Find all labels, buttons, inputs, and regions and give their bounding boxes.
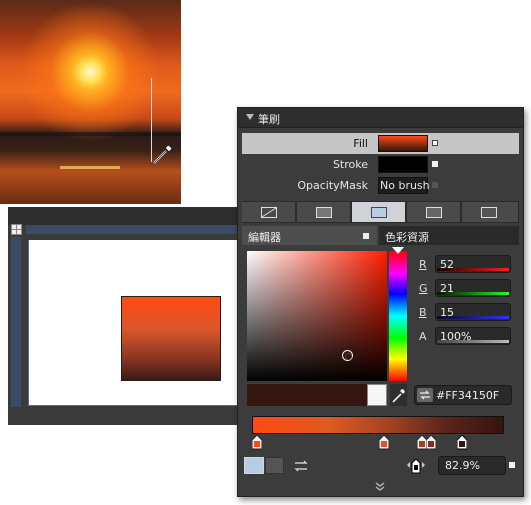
red-channel-label: R <box>419 258 427 271</box>
gradient-icon <box>371 207 387 218</box>
hue-slider-handle[interactable] <box>392 247 404 254</box>
red-channel-input[interactable]: 52 <box>435 255 511 273</box>
current-color-swatch <box>247 384 367 406</box>
brush-resources-tab[interactable] <box>462 202 519 222</box>
solid-color-brush-tab[interactable] <box>297 202 351 222</box>
red-channel: R 52 <box>419 255 515 273</box>
brush-panel: 筆刷 Fill Stroke OpacityMask No brush 編輯器 … <box>237 107 524 497</box>
fill-advanced-marker[interactable] <box>432 140 438 146</box>
fill-swatch[interactable] <box>378 135 428 152</box>
fill-row[interactable]: Fill <box>242 133 519 154</box>
water-glint <box>60 166 120 169</box>
vertical-ruler <box>11 237 21 407</box>
gradient-brush-tab[interactable] <box>352 202 406 222</box>
blue-channel-bar[interactable] <box>437 316 509 319</box>
radial-gradient-button[interactable] <box>265 457 284 474</box>
green-channel: G 21 <box>419 279 515 297</box>
horizontal-ruler <box>26 225 241 234</box>
solid-color-icon <box>316 207 332 218</box>
stroke-row[interactable]: Stroke <box>242 154 519 175</box>
eyedropper-icon[interactable] <box>390 384 407 406</box>
color-picker-handle[interactable] <box>342 350 353 361</box>
opacity-mask-advanced-marker[interactable] <box>432 182 438 188</box>
green-channel-bar[interactable] <box>437 292 509 295</box>
hex-value: #FF34150F <box>436 389 500 402</box>
saturation-value-field[interactable] <box>247 251 387 381</box>
editor-tabs: 編輯器 色彩資源 <box>242 226 519 245</box>
chevron-down-icon[interactable] <box>374 482 386 492</box>
blue-channel-label: B <box>419 306 427 319</box>
brush-resource-icon <box>481 207 497 218</box>
opacity-mask-row[interactable]: OpacityMask No brush <box>242 175 519 196</box>
tab-color-resources[interactable]: 色彩資源 <box>379 226 519 245</box>
brush-panel-header[interactable]: 筆刷 <box>238 108 523 128</box>
gradient-stop[interactable] <box>252 435 262 450</box>
green-channel-label: G <box>419 282 428 295</box>
green-channel-input[interactable]: 21 <box>435 279 511 297</box>
gradient-stop[interactable] <box>379 435 389 450</box>
opacity-mask-label: OpacityMask <box>297 179 368 192</box>
blue-channel: B 15 <box>419 303 515 321</box>
stroke-label: Stroke <box>332 158 368 171</box>
sunset-photo <box>0 0 181 204</box>
gradient-offset-input[interactable]: 82.9% <box>438 456 506 475</box>
swap-icon[interactable] <box>417 388 433 402</box>
offset-advanced-marker[interactable] <box>509 462 515 468</box>
brush-panel-title: 筆刷 <box>258 113 280 126</box>
tab-editor[interactable]: 編輯器 <box>242 226 377 245</box>
brush-type-tabs <box>242 201 519 223</box>
previous-color-swatch[interactable] <box>367 384 387 406</box>
alpha-channel: A 100% <box>419 327 515 345</box>
gradient-stop[interactable] <box>426 435 436 450</box>
gradient-offset-value: 82.9% <box>445 459 480 472</box>
fill-label: Fill <box>353 137 368 150</box>
stroke-swatch[interactable] <box>378 156 428 173</box>
alpha-channel-label: A <box>419 330 427 343</box>
hex-color-input[interactable]: #FF34150F <box>414 385 512 405</box>
alpha-channel-input[interactable]: 100% <box>435 327 511 345</box>
eyedropper-cursor-icon <box>153 144 173 164</box>
no-brush-icon <box>261 207 277 218</box>
gradient-bar[interactable] <box>252 416 504 434</box>
gradient-rectangle[interactable] <box>121 296 221 381</box>
stroke-advanced-marker[interactable] <box>432 161 438 167</box>
tile-brush-icon <box>426 207 442 218</box>
reverse-gradient-icon[interactable] <box>292 458 310 474</box>
tile-brush-tab[interactable] <box>407 202 461 222</box>
alpha-channel-bar[interactable] <box>437 340 509 343</box>
tab-editor-marker <box>363 233 369 239</box>
horizon <box>0 132 181 136</box>
red-channel-bar[interactable] <box>437 268 509 271</box>
design-surface-topbar <box>8 207 241 225</box>
tab-color-resources-label: 色彩資源 <box>385 231 429 244</box>
hue-slider[interactable] <box>389 251 407 381</box>
opacity-mask-swatch[interactable]: No brush <box>378 177 430 194</box>
grid-icon[interactable] <box>11 224 22 235</box>
no-brush-tab[interactable] <box>242 202 296 222</box>
linear-gradient-button[interactable] <box>244 457 264 474</box>
gradient-stop-offset-icon <box>407 458 425 474</box>
gradient-stop-selected[interactable] <box>457 435 467 450</box>
blue-channel-input[interactable]: 15 <box>435 303 511 321</box>
collapse-triangle-icon[interactable] <box>246 114 254 120</box>
tab-editor-label: 編輯器 <box>248 231 281 244</box>
